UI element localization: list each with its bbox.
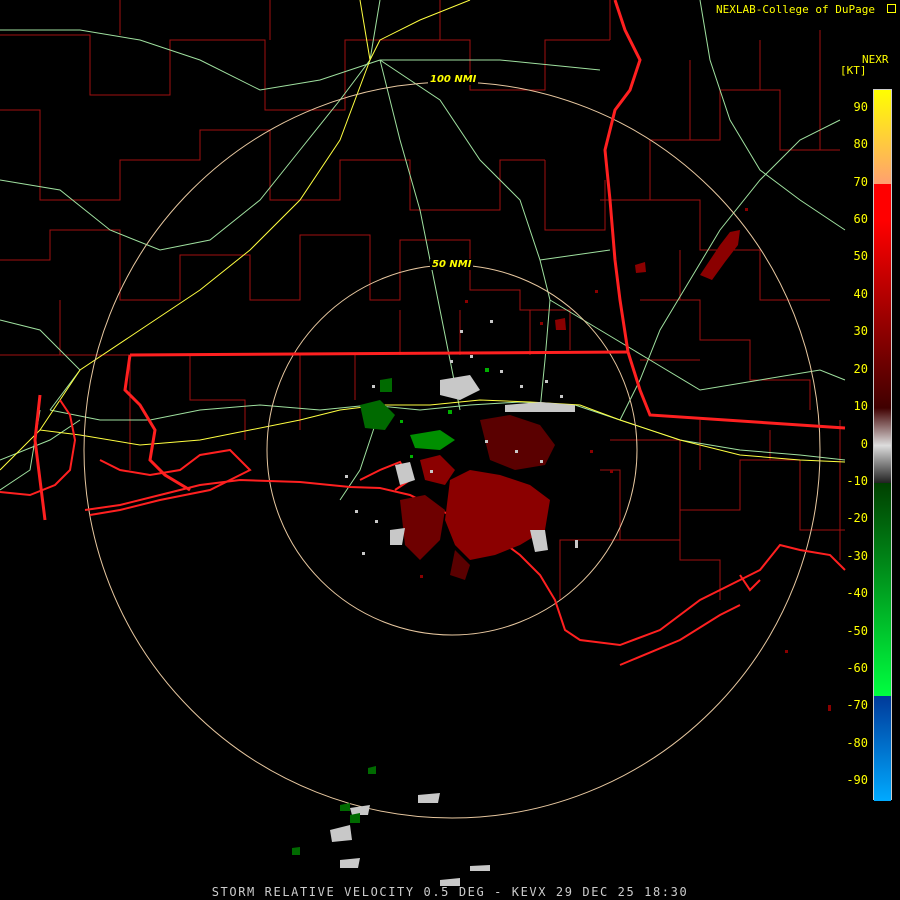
highways (0, 0, 846, 471)
scale-tick-label: -90 (846, 773, 868, 788)
range-label-100: 100 NMI (428, 74, 479, 85)
scale-tick-label: 30 (853, 324, 868, 339)
scale-segment (874, 696, 891, 801)
credit-label: NEXLAB-College of DuPage (716, 3, 875, 16)
cod-logo-icon (887, 4, 896, 13)
product-footer: STORM RELATIVE VELOCITY 0.5 DEG - KEVX 2… (211, 885, 689, 899)
scale-segment (874, 220, 891, 409)
velocity-returns (292, 230, 740, 886)
scale-segment (874, 183, 891, 221)
scale-tick-label: 70 (853, 174, 868, 189)
range-ring-50 (266, 264, 638, 636)
scale-tick-label: -70 (846, 698, 868, 713)
scale-tick-label: 0 (860, 436, 868, 451)
scale-tick-label: 50 (853, 249, 868, 264)
scale-tick-label: 80 (853, 137, 868, 152)
velocity-color-scale (873, 89, 892, 801)
range-rings (83, 81, 821, 819)
range-label-50: 50 NMI (430, 259, 474, 270)
scale-segment (874, 482, 891, 697)
range-ring-100 (83, 81, 821, 819)
scale-tick-label: 20 (853, 361, 868, 376)
scale-tick-label: 40 (853, 286, 868, 301)
scale-segment (874, 90, 891, 184)
scale-tick-label: 90 (853, 99, 868, 114)
scale-tick-label: -50 (846, 623, 868, 638)
scale-tick-label: -40 (846, 586, 868, 601)
scale-tick-label: -30 (846, 548, 868, 563)
scale-segment (874, 408, 891, 483)
radar-map (0, 0, 846, 886)
scale-tick-label: -20 (846, 511, 868, 526)
scale-tick-label: -80 (846, 735, 868, 750)
scale-tick-label: -10 (846, 473, 868, 488)
scale-tick-label: -60 (846, 661, 868, 676)
scale-tick-label: 60 (853, 211, 868, 226)
scale-tick-label: 10 (853, 399, 868, 414)
unit-label: [KT] (840, 64, 867, 77)
